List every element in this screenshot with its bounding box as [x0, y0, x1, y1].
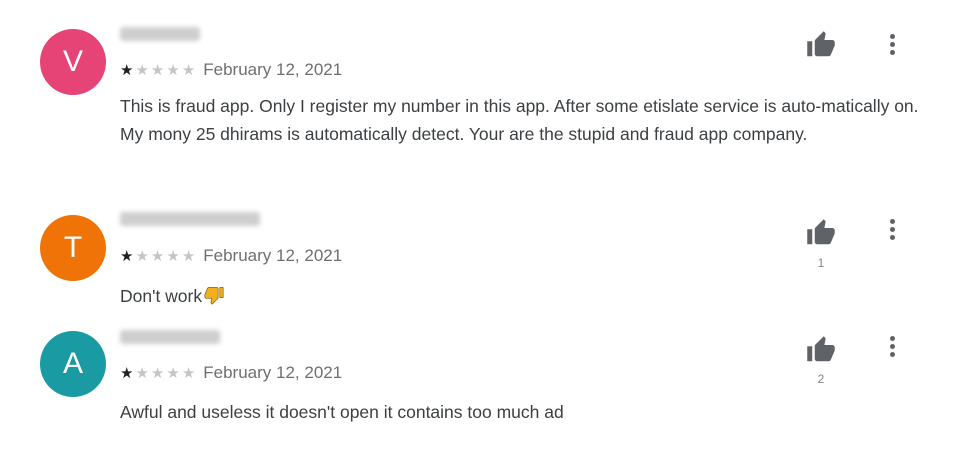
- more-vert-icon-dot: [889, 41, 895, 47]
- review-date: February 12, 2021: [203, 246, 343, 265]
- star-icon: ★: [166, 61, 180, 79]
- review-text: This is fraud app. Only I register my nu…: [120, 96, 919, 144]
- more-options-button[interactable]: [880, 29, 904, 59]
- star-icon: ★: [150, 61, 165, 79]
- star-icon: ★: [120, 61, 134, 79]
- more-vert-icon-dot: [889, 234, 895, 240]
- review-text-container: Don't work: [120, 282, 940, 313]
- more-options-button[interactable]: [880, 331, 904, 361]
- reviewer-name-blurred: [120, 212, 260, 226]
- star-rating: ★ ★ ★ ★ ★: [120, 63, 195, 78]
- avatar: V: [40, 29, 106, 95]
- reviewer-name-blurred: [120, 330, 220, 344]
- helpful-button[interactable]: [804, 28, 838, 62]
- more-vert-icon: [889, 33, 895, 39]
- review-date: February 12, 2021: [203, 60, 343, 79]
- thumb-up-icon: [807, 31, 835, 57]
- avatar-letter: T: [63, 231, 83, 264]
- star-icon: ★: [166, 364, 180, 382]
- star-rating: ★ ★ ★ ★ ★: [120, 366, 195, 381]
- avatar: T: [40, 215, 106, 281]
- star-rating: ★ ★ ★ ★ ★: [120, 249, 195, 264]
- more-vert-icon-dot: [889, 343, 895, 349]
- star-icon: ★: [166, 247, 180, 265]
- more-vert-icon-dot: [889, 49, 895, 55]
- more-options-button[interactable]: [880, 214, 904, 244]
- star-icon: ★: [181, 364, 196, 382]
- thumb-up-icon: [807, 219, 835, 245]
- rating-row: ★ ★ ★ ★ ★ February 12, 2021: [120, 60, 342, 80]
- star-icon: ★: [150, 247, 165, 265]
- avatar: A: [40, 331, 106, 397]
- star-icon: ★: [181, 61, 196, 79]
- review-text: Awful and useless it doesn't open it con…: [120, 402, 564, 422]
- more-vert-icon-dot: [889, 351, 895, 357]
- star-icon: ★: [181, 247, 196, 265]
- thumbs-down-emoji-icon: [204, 285, 224, 313]
- star-icon: ★: [135, 247, 149, 265]
- star-icon: ★: [150, 364, 165, 382]
- star-icon: ★: [120, 364, 134, 382]
- helpful-count: 1: [817, 256, 825, 270]
- star-icon: ★: [135, 61, 149, 79]
- helpful-count: 2: [817, 372, 825, 386]
- avatar-letter: V: [62, 45, 83, 78]
- star-icon: ★: [135, 364, 149, 382]
- reviewer-name-blurred: [120, 27, 200, 41]
- helpful-button[interactable]: [804, 333, 838, 367]
- star-icon: ★: [120, 247, 134, 265]
- review-text: Don't work: [120, 286, 203, 306]
- avatar-letter: A: [62, 347, 83, 380]
- review-date: February 12, 2021: [203, 363, 343, 382]
- helpful-button[interactable]: [804, 216, 838, 250]
- more-vert-icon: [889, 335, 895, 341]
- thumb-up-icon: [807, 336, 835, 362]
- more-vert-icon-dot: [889, 226, 895, 232]
- rating-row: ★ ★ ★ ★ ★ February 12, 2021: [120, 363, 342, 383]
- rating-row: ★ ★ ★ ★ ★ February 12, 2021: [120, 246, 342, 266]
- more-vert-icon: [889, 218, 895, 224]
